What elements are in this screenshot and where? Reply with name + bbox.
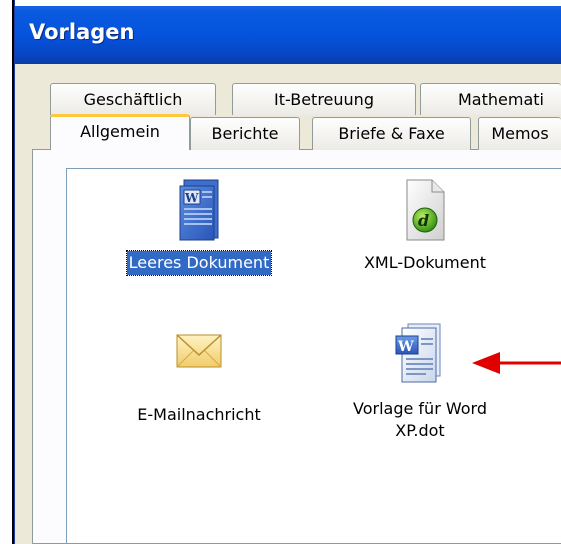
item-label: Leeres Dokument — [125, 250, 273, 276]
template-item-leeres-dokument[interactable]: W Leeres Dokument — [104, 178, 294, 276]
envelope-icon — [176, 334, 222, 368]
title-bar[interactable]: Vorlagen — [15, 0, 561, 64]
tab-mathematik[interactable]: Mathemati — [420, 83, 561, 115]
svg-text:W: W — [184, 191, 199, 205]
item-label-line1: Vorlage für Word — [353, 399, 487, 418]
item-label-line2: XP.dot — [395, 421, 445, 440]
tab-label: Allgemein — [80, 122, 160, 141]
template-item-xml-dokument[interactable]: d XML-Dokument — [330, 178, 520, 275]
tab-briefe-faxe[interactable]: Briefe & Faxe — [312, 117, 471, 150]
tab-it-betreuung[interactable]: It-Betreuung — [232, 83, 416, 115]
item-label: E-Mailnachricht — [137, 405, 261, 424]
svg-text:d: d — [418, 211, 429, 230]
tab-geschaeftlich[interactable]: Geschäftlich — [50, 83, 216, 115]
tab-allgemein[interactable]: Allgemein — [50, 114, 190, 150]
svg-text:W: W — [397, 339, 414, 355]
tab-memos[interactable]: Memos — [478, 117, 561, 150]
template-item-vorlage-fuer-word[interactable]: W Vorlage für Word XP.dot — [320, 322, 520, 442]
item-label: XML-Dokument — [363, 253, 487, 272]
tab-label: Berichte — [211, 124, 279, 143]
window-title: Vorlagen — [29, 20, 135, 44]
xml-document-icon: d — [406, 179, 445, 241]
tab-label: Geschäftlich — [83, 90, 183, 109]
tab-label: Mathemati — [458, 90, 544, 109]
tab-label: It-Betreuung — [274, 90, 374, 109]
red-arrow-icon — [472, 352, 561, 374]
tab-label: Memos — [491, 124, 549, 143]
word-document-icon: W — [179, 179, 219, 241]
word-template-icon: W — [395, 323, 441, 383]
template-item-e-mailnachricht[interactable]: E-Mailnachricht — [104, 325, 294, 427]
tab-label: Briefe & Faxe — [338, 124, 445, 143]
left-margin — [0, 0, 14, 544]
tab-berichte[interactable]: Berichte — [190, 117, 300, 150]
